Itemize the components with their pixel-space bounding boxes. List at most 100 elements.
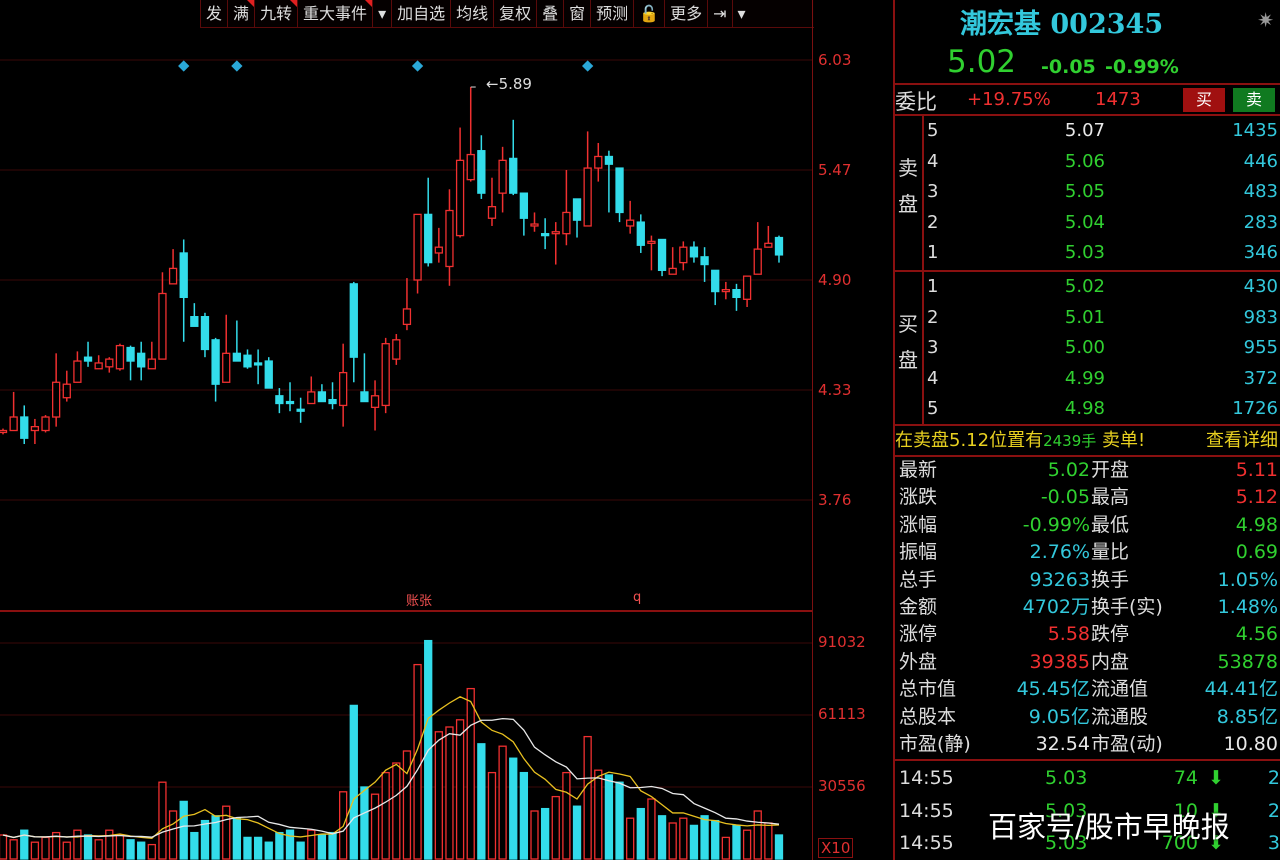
orderbook-row[interactable]: 4 5.06 446 xyxy=(895,147,1280,176)
volume-bar xyxy=(679,817,688,860)
orderbook-row[interactable]: 2 5.04 283 xyxy=(895,208,1280,237)
volume-bar xyxy=(732,824,741,860)
orderbook-row[interactable]: 3 5.05 483 xyxy=(895,177,1280,206)
volume-bar xyxy=(519,771,529,860)
stat-value: 39385 xyxy=(1029,650,1090,673)
volume-bar xyxy=(360,786,369,860)
stat-label: 最新 xyxy=(899,459,938,481)
volume-bar xyxy=(753,810,762,860)
volume-bar xyxy=(477,743,486,860)
stat-row: 外盘 39385 内盘 53878 xyxy=(895,649,1280,676)
volume-bar xyxy=(115,834,125,860)
price: 5.07 xyxy=(1064,120,1105,141)
volume: 1726 xyxy=(1232,398,1278,419)
level: 2 xyxy=(927,211,939,233)
stat-label: 涨停 xyxy=(899,623,938,646)
orderbook-row[interactable]: 1 5.03 346 xyxy=(895,238,1280,267)
volume: 983 xyxy=(1243,306,1278,328)
notice-text: 卖单! xyxy=(1102,430,1146,451)
trade-row: 14:55 5.03 74 ⬇ 2 xyxy=(895,762,1280,794)
stat-value: 1.05% xyxy=(1217,568,1278,591)
volume-bar xyxy=(30,841,40,860)
trade-count: 2 xyxy=(1267,767,1280,789)
price: 5.00 xyxy=(1064,337,1105,358)
volume: 1435 xyxy=(1232,120,1278,141)
volume: 430 xyxy=(1243,276,1278,297)
volume-bar xyxy=(572,805,582,860)
volume: 372 xyxy=(1243,367,1278,389)
volume-bar xyxy=(200,819,210,860)
trade-volume: 74 xyxy=(1173,767,1198,789)
volume-bar xyxy=(317,834,327,860)
volume-bar xyxy=(455,719,465,860)
orderbook-row[interactable]: 3 5.00 955 xyxy=(895,333,1280,362)
divider xyxy=(895,424,1280,426)
stat-label: 流通股 xyxy=(1091,705,1149,728)
divider xyxy=(895,83,1280,85)
level: 5 xyxy=(927,398,939,419)
volume-bar xyxy=(636,807,645,860)
volume-bar xyxy=(711,819,720,860)
volume: 446 xyxy=(1243,150,1278,172)
trade-price: 5.03 xyxy=(1045,767,1088,789)
event-label[interactable]: q xyxy=(633,590,641,605)
stat-label: 换手(实) xyxy=(1091,596,1163,618)
orderbook-row[interactable]: 2 5.01 983 xyxy=(895,303,1280,332)
price-axis-label: 6.03 xyxy=(818,51,852,69)
stat-value: 44.41亿 xyxy=(1204,678,1278,701)
stat-value: 53878 xyxy=(1217,650,1278,673)
volume-bar xyxy=(551,795,560,860)
sell-button[interactable]: 卖 xyxy=(1233,88,1275,112)
event-label[interactable]: 账张 xyxy=(406,590,432,609)
buy-button[interactable]: 买 xyxy=(1183,88,1225,112)
watermark: 百家号/股市早晚报 xyxy=(988,810,1230,844)
price: 5.06 xyxy=(1064,150,1105,172)
volume: 346 xyxy=(1243,242,1278,263)
stat-label: 量比 xyxy=(1091,541,1130,564)
stat-value: 1.48% xyxy=(1217,596,1278,618)
volume-bar xyxy=(94,839,103,860)
orderbook-row[interactable]: 5 5.07 1435 xyxy=(895,116,1280,145)
orderbook-row[interactable]: 1 5.02 430 xyxy=(895,272,1280,301)
volume-bar xyxy=(742,829,752,860)
volume-bar xyxy=(370,793,380,860)
stat-row: 涨幅 -0.99% 最低 4.98 xyxy=(895,512,1280,539)
volume-bar xyxy=(73,829,82,860)
stat-row: 金额 4702万 换手(实) 1.48% xyxy=(895,594,1280,621)
stat-row: 振幅 2.76% 量比 0.69 xyxy=(895,539,1280,566)
orderbook-row[interactable]: 4 4.99 372 xyxy=(895,364,1280,393)
view-detail-link[interactable]: 查看详细 xyxy=(1206,427,1278,455)
weibi-label: 委比 xyxy=(895,90,937,114)
stat-label: 总股本 xyxy=(899,705,957,728)
volume-bar xyxy=(381,771,390,860)
volume-chart[interactable] xyxy=(0,0,812,860)
volume-bar xyxy=(774,834,784,860)
stat-value: 9.05亿 xyxy=(1028,705,1090,728)
volume-bar xyxy=(264,841,273,860)
stat-value: 5.02 xyxy=(1047,459,1090,481)
volume-bar xyxy=(668,822,677,860)
stat-value: 45.45亿 xyxy=(1016,678,1090,701)
stat-label: 最低 xyxy=(1091,513,1130,536)
price: 4.98 xyxy=(1064,398,1105,419)
stat-label: 金额 xyxy=(899,596,938,618)
high-price-marker: ←5.89 xyxy=(486,75,532,93)
stat-row: 总股本 9.05亿 流通股 8.85亿 xyxy=(895,704,1280,731)
stat-label: 市盈(动) xyxy=(1091,733,1163,755)
big-order-notice[interactable]: 在卖盘5.12位置有2439手 卖单! 查看详细 xyxy=(895,427,1280,455)
volume-bar xyxy=(764,822,773,860)
orderbook-row[interactable]: 5 4.98 1726 xyxy=(895,394,1280,423)
stat-label: 最高 xyxy=(1091,486,1130,509)
stat-row: 涨跌 -0.05 最高 5.12 xyxy=(895,484,1280,511)
volume-axis-label: 61113 xyxy=(818,705,866,723)
volume-bar xyxy=(434,731,443,860)
divider xyxy=(895,759,1280,761)
price-axis-label: 4.33 xyxy=(818,381,852,399)
volume-bar xyxy=(179,800,188,860)
volume-bar xyxy=(349,704,358,860)
volume-bar xyxy=(126,839,135,860)
gear-icon[interactable]: ✷ xyxy=(1257,8,1274,32)
trade-count: 2 xyxy=(1267,799,1280,822)
volume-bar xyxy=(657,815,667,860)
stat-label: 总市值 xyxy=(899,678,957,701)
